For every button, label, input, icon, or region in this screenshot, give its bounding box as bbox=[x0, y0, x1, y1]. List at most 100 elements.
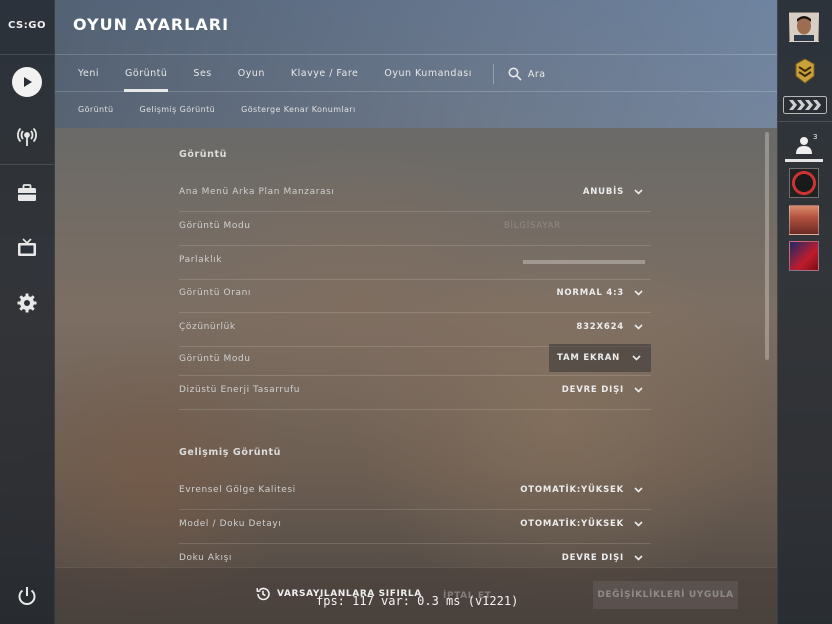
setting-label: Evrensel Gölge Kalitesi bbox=[179, 485, 296, 495]
tab-audio[interactable]: Ses bbox=[180, 56, 224, 92]
setting-label: Dizüstü Enerji Tasarrufu bbox=[179, 385, 301, 395]
dropdown-value: ANUBİS bbox=[582, 187, 624, 197]
texture-streaming-dropdown[interactable]: DEVRE DIŞI bbox=[562, 553, 643, 563]
inventory-button[interactable] bbox=[11, 177, 43, 209]
aspect-ratio-dropdown[interactable]: NORMAL 4:3 bbox=[556, 288, 643, 298]
chevron-down-icon bbox=[634, 189, 643, 195]
settings-button[interactable] bbox=[11, 287, 43, 319]
skill-group-icon bbox=[783, 96, 827, 114]
display-mode-dropdown[interactable]: TAM EKRAN bbox=[549, 344, 651, 372]
video-subtabs: Görüntü Gelişmiş Görüntü Gösterge Kenar … bbox=[65, 92, 369, 126]
setting-label: Görüntü Modu bbox=[179, 354, 251, 364]
page-title: OYUN AYARLARI bbox=[73, 15, 230, 34]
tab-video[interactable]: Görüntü bbox=[112, 56, 180, 92]
watch-button[interactable] bbox=[11, 232, 43, 264]
setting-row-display-mode: Görüntü Modu TAM EKRAN bbox=[179, 341, 651, 376]
search-button[interactable]: Ara bbox=[502, 56, 552, 92]
setting-label: Ana Menü Arka Plan Manzarası bbox=[179, 187, 335, 197]
brightness-slider[interactable] bbox=[523, 260, 645, 264]
settings-tabs: Yeni Görüntü Ses Oyun Klavye / Fare Oyun… bbox=[65, 56, 552, 92]
rank-medal-icon bbox=[795, 58, 815, 84]
section-title-advanced-video: Gelişmiş Görüntü bbox=[179, 447, 281, 458]
gear-icon bbox=[17, 293, 37, 313]
chevron-down-icon bbox=[634, 487, 643, 493]
header-divider bbox=[55, 54, 777, 55]
play-button[interactable] bbox=[11, 66, 43, 98]
setting-label: Görüntü Modu bbox=[179, 221, 251, 231]
dropdown-value: BİLGİSAYAR bbox=[503, 221, 561, 231]
friends-active-indicator bbox=[785, 159, 823, 162]
history-icon bbox=[256, 587, 270, 601]
setting-label: Parlaklık bbox=[179, 255, 223, 265]
dropdown-value: OTOMATİK:YÜKSEK bbox=[520, 485, 624, 495]
chevron-down-icon bbox=[634, 555, 643, 561]
rank-badge[interactable] bbox=[795, 58, 815, 84]
dropdown-value: NORMAL 4:3 bbox=[556, 288, 624, 298]
setting-row-menu-background: Ana Menü Arka Plan Manzarası ANUBİS bbox=[179, 177, 651, 212]
friends-button[interactable]: 3 bbox=[785, 132, 826, 162]
tabs-divider bbox=[492, 64, 494, 84]
tab-controller[interactable]: Oyun Kumandası bbox=[371, 56, 484, 92]
friends-icon bbox=[796, 137, 812, 154]
settings-content: Görüntü Ana Menü Arka Plan Manzarası ANU… bbox=[55, 128, 777, 568]
tab-game[interactable]: Oyun bbox=[225, 56, 278, 92]
fps-overlay: fps: 117 var: 0.3 ms (v1221) bbox=[316, 594, 519, 608]
setting-label: Çözünürlük bbox=[179, 322, 236, 332]
chevron-down-icon bbox=[634, 290, 643, 296]
friend-avatar-3[interactable] bbox=[789, 241, 819, 271]
model-texture-detail-dropdown[interactable]: OTOMATİK:YÜKSEK bbox=[520, 519, 643, 529]
broadcast-icon bbox=[17, 127, 37, 146]
shadow-quality-dropdown[interactable]: OTOMATİK:YÜKSEK bbox=[520, 485, 643, 495]
skill-group-badge[interactable] bbox=[783, 96, 827, 114]
apply-changes-button[interactable]: DEĞİŞİKLİKLERİ UYGULA bbox=[593, 581, 738, 609]
rail-divider bbox=[0, 54, 54, 55]
tab-new[interactable]: Yeni bbox=[65, 56, 112, 92]
setting-row-global-shadow-quality: Evrensel Gölge Kalitesi OTOMATİK:YÜKSEK bbox=[179, 475, 651, 510]
section-title-video: Görüntü bbox=[179, 149, 228, 160]
resolution-dropdown[interactable]: 832X624 bbox=[576, 322, 643, 332]
power-icon bbox=[18, 587, 36, 605]
social-rail: 3 bbox=[777, 0, 832, 624]
setting-label: Model / Doku Detayı bbox=[179, 519, 282, 529]
subtab-advanced-video[interactable]: Gelişmiş Görüntü bbox=[127, 105, 229, 114]
play-icon bbox=[12, 67, 42, 97]
csgo-logo[interactable]: CS:GO bbox=[6, 20, 48, 38]
main-nav-rail: CS:GO bbox=[0, 0, 55, 624]
setting-row-display-mode-disabled: Görüntü Modu BİLGİSAYAR bbox=[179, 211, 651, 246]
laptop-power-saving-dropdown[interactable]: DEVRE DIŞI bbox=[562, 385, 643, 395]
tv-icon bbox=[18, 238, 36, 256]
search-icon bbox=[508, 67, 522, 81]
player-avatar[interactable] bbox=[789, 12, 819, 42]
friend-avatar-1[interactable] bbox=[789, 168, 819, 198]
power-button[interactable] bbox=[11, 580, 43, 612]
setting-row-brightness: Parlaklık bbox=[179, 245, 651, 280]
menu-background-dropdown[interactable]: ANUBİS bbox=[583, 187, 643, 197]
chevron-down-icon bbox=[634, 387, 643, 393]
dropdown-value: DEVRE DIŞI bbox=[561, 553, 624, 563]
player-avatar-face bbox=[790, 13, 818, 41]
friend-avatar-2[interactable] bbox=[789, 205, 819, 235]
setting-label: Görüntü Oranı bbox=[179, 288, 251, 298]
content-scrollbar[interactable] bbox=[765, 132, 769, 360]
subtab-video[interactable]: Görüntü bbox=[65, 105, 127, 114]
chevron-down-icon bbox=[632, 355, 641, 361]
settings-header: OYUN AYARLARI Yeni Görüntü Ses Oyun Klav… bbox=[55, 0, 777, 128]
setting-label: Doku Akışı bbox=[179, 553, 232, 563]
friends-count: 3 bbox=[813, 133, 818, 141]
dropdown-value: OTOMATİK:YÜKSEK bbox=[520, 519, 624, 529]
broadcast-button[interactable] bbox=[11, 121, 43, 153]
dropdown-value: 832X624 bbox=[576, 322, 624, 332]
tab-keyboard-mouse[interactable]: Klavye / Fare bbox=[278, 56, 371, 92]
briefcase-icon bbox=[18, 184, 36, 201]
rail-divider bbox=[0, 164, 54, 165]
search-label: Ara bbox=[527, 68, 546, 80]
chevron-down-icon bbox=[634, 521, 643, 527]
setting-row-model-texture-detail: Model / Doku Detayı OTOMATİK:YÜKSEK bbox=[179, 509, 651, 544]
dropdown-value: DEVRE DIŞI bbox=[561, 385, 624, 395]
rail-divider bbox=[778, 121, 832, 122]
setting-row-texture-streaming: Doku Akışı DEVRE DIŞI bbox=[179, 543, 651, 568]
subtab-hud-edge-positions[interactable]: Gösterge Kenar Konumları bbox=[228, 105, 369, 114]
dropdown-value: TAM EKRAN bbox=[557, 353, 620, 363]
chevron-down-icon bbox=[634, 324, 643, 330]
display-mode-value: BİLGİSAYAR bbox=[504, 221, 561, 231]
